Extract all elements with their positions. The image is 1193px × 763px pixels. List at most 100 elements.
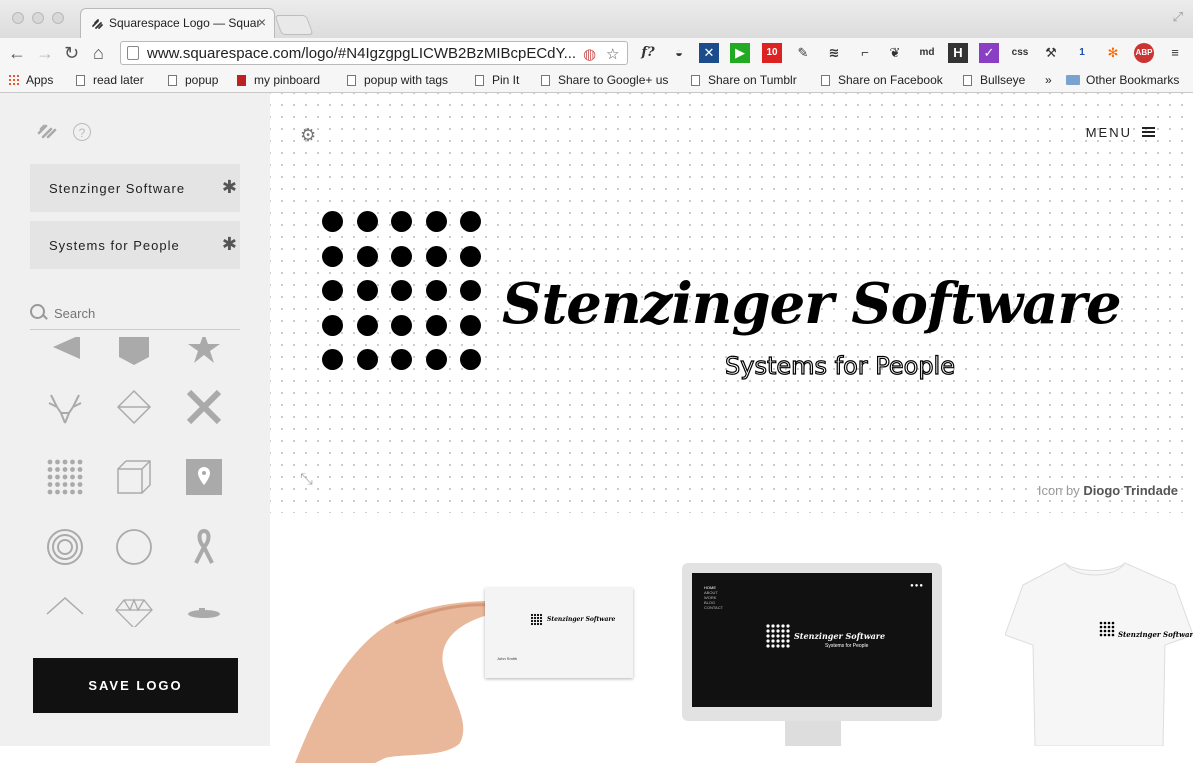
logo-dot [391, 314, 412, 336]
squarespace-logo-icon[interactable] [36, 123, 58, 139]
extension-mask-icon[interactable]: ◒ [669, 43, 689, 63]
dot-grid-icon[interactable] [45, 457, 85, 497]
home-icon[interactable]: ⌂ [93, 43, 104, 64]
cube-icon[interactable] [114, 457, 154, 497]
url-text[interactable]: www.squarespace.com/logo/#N4IgzgpgLICWB2… [147, 45, 577, 62]
card-dot-logo-icon [530, 613, 543, 626]
screen-tagline-text: Systems for People [825, 643, 869, 649]
hamburger-icon [1142, 131, 1155, 133]
extension-x-icon[interactable]: ✕ [699, 43, 719, 63]
x-mark-icon[interactable] [184, 387, 224, 427]
website-preview-screen: HOME ABOUT WORK BLOG CONTACT ●●● Stenzin… [692, 573, 932, 707]
card-person-name: John Smith [497, 656, 518, 661]
extension-evernote-icon[interactable]: ❦ [885, 43, 905, 63]
map-pin-icon[interactable] [184, 457, 224, 497]
reload-icon[interactable]: ↻ [64, 43, 79, 64]
logo-dot [460, 280, 481, 301]
bookmark-pin-it[interactable]: Pin It [475, 73, 519, 87]
extension-ruler-icon[interactable]: ⌐ [855, 43, 875, 63]
close-window-button[interactable] [12, 12, 24, 24]
logo-title-text[interactable]: Stenzinger Software [49, 181, 185, 196]
gear-icon[interactable]: ⚙ [300, 125, 316, 146]
bookmark-share-google[interactable]: Share to Google+ us [541, 73, 671, 87]
logo-dot [425, 349, 447, 370]
logo-dot [356, 314, 378, 336]
bookmark-popup-with-tags[interactable]: popup with tags [347, 73, 448, 87]
bookmark-other-bookmarks[interactable]: Other Bookmarks [1066, 73, 1179, 87]
extension-asterisk-icon[interactable]: ✻ [1103, 43, 1123, 63]
address-bar[interactable]: www.squarespace.com/logo/#N4IgzgpgLICWB2… [120, 41, 628, 65]
minimize-window-button[interactable] [32, 12, 44, 24]
icon-author-link[interactable]: Diogo Trindade [1083, 483, 1178, 498]
logo-tagline-text[interactable]: Systems for People [724, 351, 955, 380]
awareness-ribbon-icon[interactable] [184, 527, 224, 567]
search-icon [30, 304, 45, 319]
style-settings-icon[interactable]: ✱ [222, 234, 237, 255]
extension-wrench-icon[interactable]: ⚒ [1041, 43, 1061, 63]
concentric-circles-icon[interactable] [45, 527, 85, 567]
page-icon [127, 46, 139, 60]
logo-dot [425, 280, 447, 301]
extension-markdown-icon[interactable]: md [917, 43, 937, 63]
extension-fquestion-icon[interactable]: f? [638, 43, 658, 63]
card-brand-text: Stenzinger Software [547, 616, 616, 623]
submarine-icon[interactable] [184, 592, 224, 627]
bookmark-read-later[interactable]: read later [76, 73, 144, 87]
expand-icon[interactable]: ⤡ [300, 471, 313, 489]
back-icon[interactable]: ← [8, 43, 26, 64]
chrome-menu-icon[interactable]: ≡ [1165, 43, 1185, 63]
extension-pin-icon[interactable]: ✎ [793, 43, 813, 63]
arrow-flag-icon[interactable] [45, 337, 85, 367]
deer-antlers-icon[interactable] [45, 387, 85, 427]
business-card: Stenzinger Software John Smith [485, 588, 633, 678]
logo-dot [460, 211, 481, 232]
diamond-icon[interactable] [114, 387, 154, 427]
bookmark-share-facebook[interactable]: Share on Facebook [821, 73, 943, 87]
browser-tab[interactable]: Squarespace Logo — Squarespace × [80, 8, 275, 38]
menu-button[interactable]: MENU [1086, 125, 1155, 140]
browser-toolbar: ← → ↻ ⌂ www.squarespace.com/logo/#N4Igzg… [0, 38, 1193, 70]
bookmarks-overflow-chevron[interactable]: » [1045, 73, 1052, 87]
logo-tagline-field[interactable]: Systems for People ✱ [30, 221, 240, 269]
extension-play-icon[interactable]: ▶ [730, 43, 750, 63]
gem-icon[interactable] [114, 592, 154, 627]
cookie-blocked-icon[interactable]: ◍ [583, 45, 596, 63]
page-icon [347, 75, 356, 86]
logo-tagline-text[interactable]: Systems for People [49, 238, 180, 253]
extension-check-icon[interactable]: ✓ [979, 43, 999, 63]
help-icon[interactable]: ? [73, 123, 91, 141]
extension-adblock-icon[interactable]: ABP [1134, 43, 1154, 63]
browser-titlebar: Squarespace Logo — Squarespace × ⤢ [0, 0, 1193, 38]
logo-title-field[interactable]: Stenzinger Software ✱ [30, 164, 240, 212]
forward-icon[interactable]: → [36, 43, 54, 64]
extension-h-icon[interactable]: H [948, 43, 968, 63]
extension-buffer-icon[interactable]: ≋ [824, 43, 844, 63]
logo-brand-text[interactable]: Stenzinger Software [502, 271, 1122, 337]
hand-holding-card-image [295, 601, 495, 763]
bookmark-my-pinboard[interactable]: my pinboard [237, 73, 320, 87]
circle-outline-icon[interactable] [114, 527, 154, 567]
logo-dot [460, 245, 481, 267]
extension-badge-icon[interactable]: 10 [762, 43, 782, 63]
dot-grid-logo-icon[interactable] [322, 211, 484, 373]
tab-close-icon[interactable]: × [258, 14, 266, 30]
bookmark-apps[interactable]: Apps [8, 73, 53, 87]
fullscreen-icon[interactable]: ⤢ [1173, 9, 1183, 25]
extension-grid-icon[interactable]: 1 [1072, 43, 1092, 63]
bookmark-popup[interactable]: popup [168, 73, 218, 87]
extension-css-icon[interactable]: css [1010, 43, 1030, 63]
bookmark-bullseye[interactable]: Bullseye [963, 73, 1025, 87]
logo-canvas[interactable]: ⚙ MENU Stenzinger Software Systems for P… [270, 93, 1193, 513]
logo-dot [460, 349, 481, 370]
icon-search-input[interactable] [52, 305, 236, 322]
style-settings-icon[interactable]: ✱ [222, 177, 237, 198]
chevron-up-outline-icon[interactable] [45, 592, 85, 627]
bookmark-share-tumblr[interactable]: Share on Tumblr [691, 73, 797, 87]
bookmark-star-icon[interactable]: ☆ [606, 45, 619, 63]
pennant-icon[interactable] [114, 337, 154, 367]
save-logo-button[interactable]: SAVE LOGO [33, 658, 238, 713]
star-icon[interactable] [184, 337, 224, 367]
logo-dot [391, 245, 412, 267]
new-tab-button[interactable] [274, 15, 314, 35]
zoom-window-button[interactable] [52, 12, 64, 24]
